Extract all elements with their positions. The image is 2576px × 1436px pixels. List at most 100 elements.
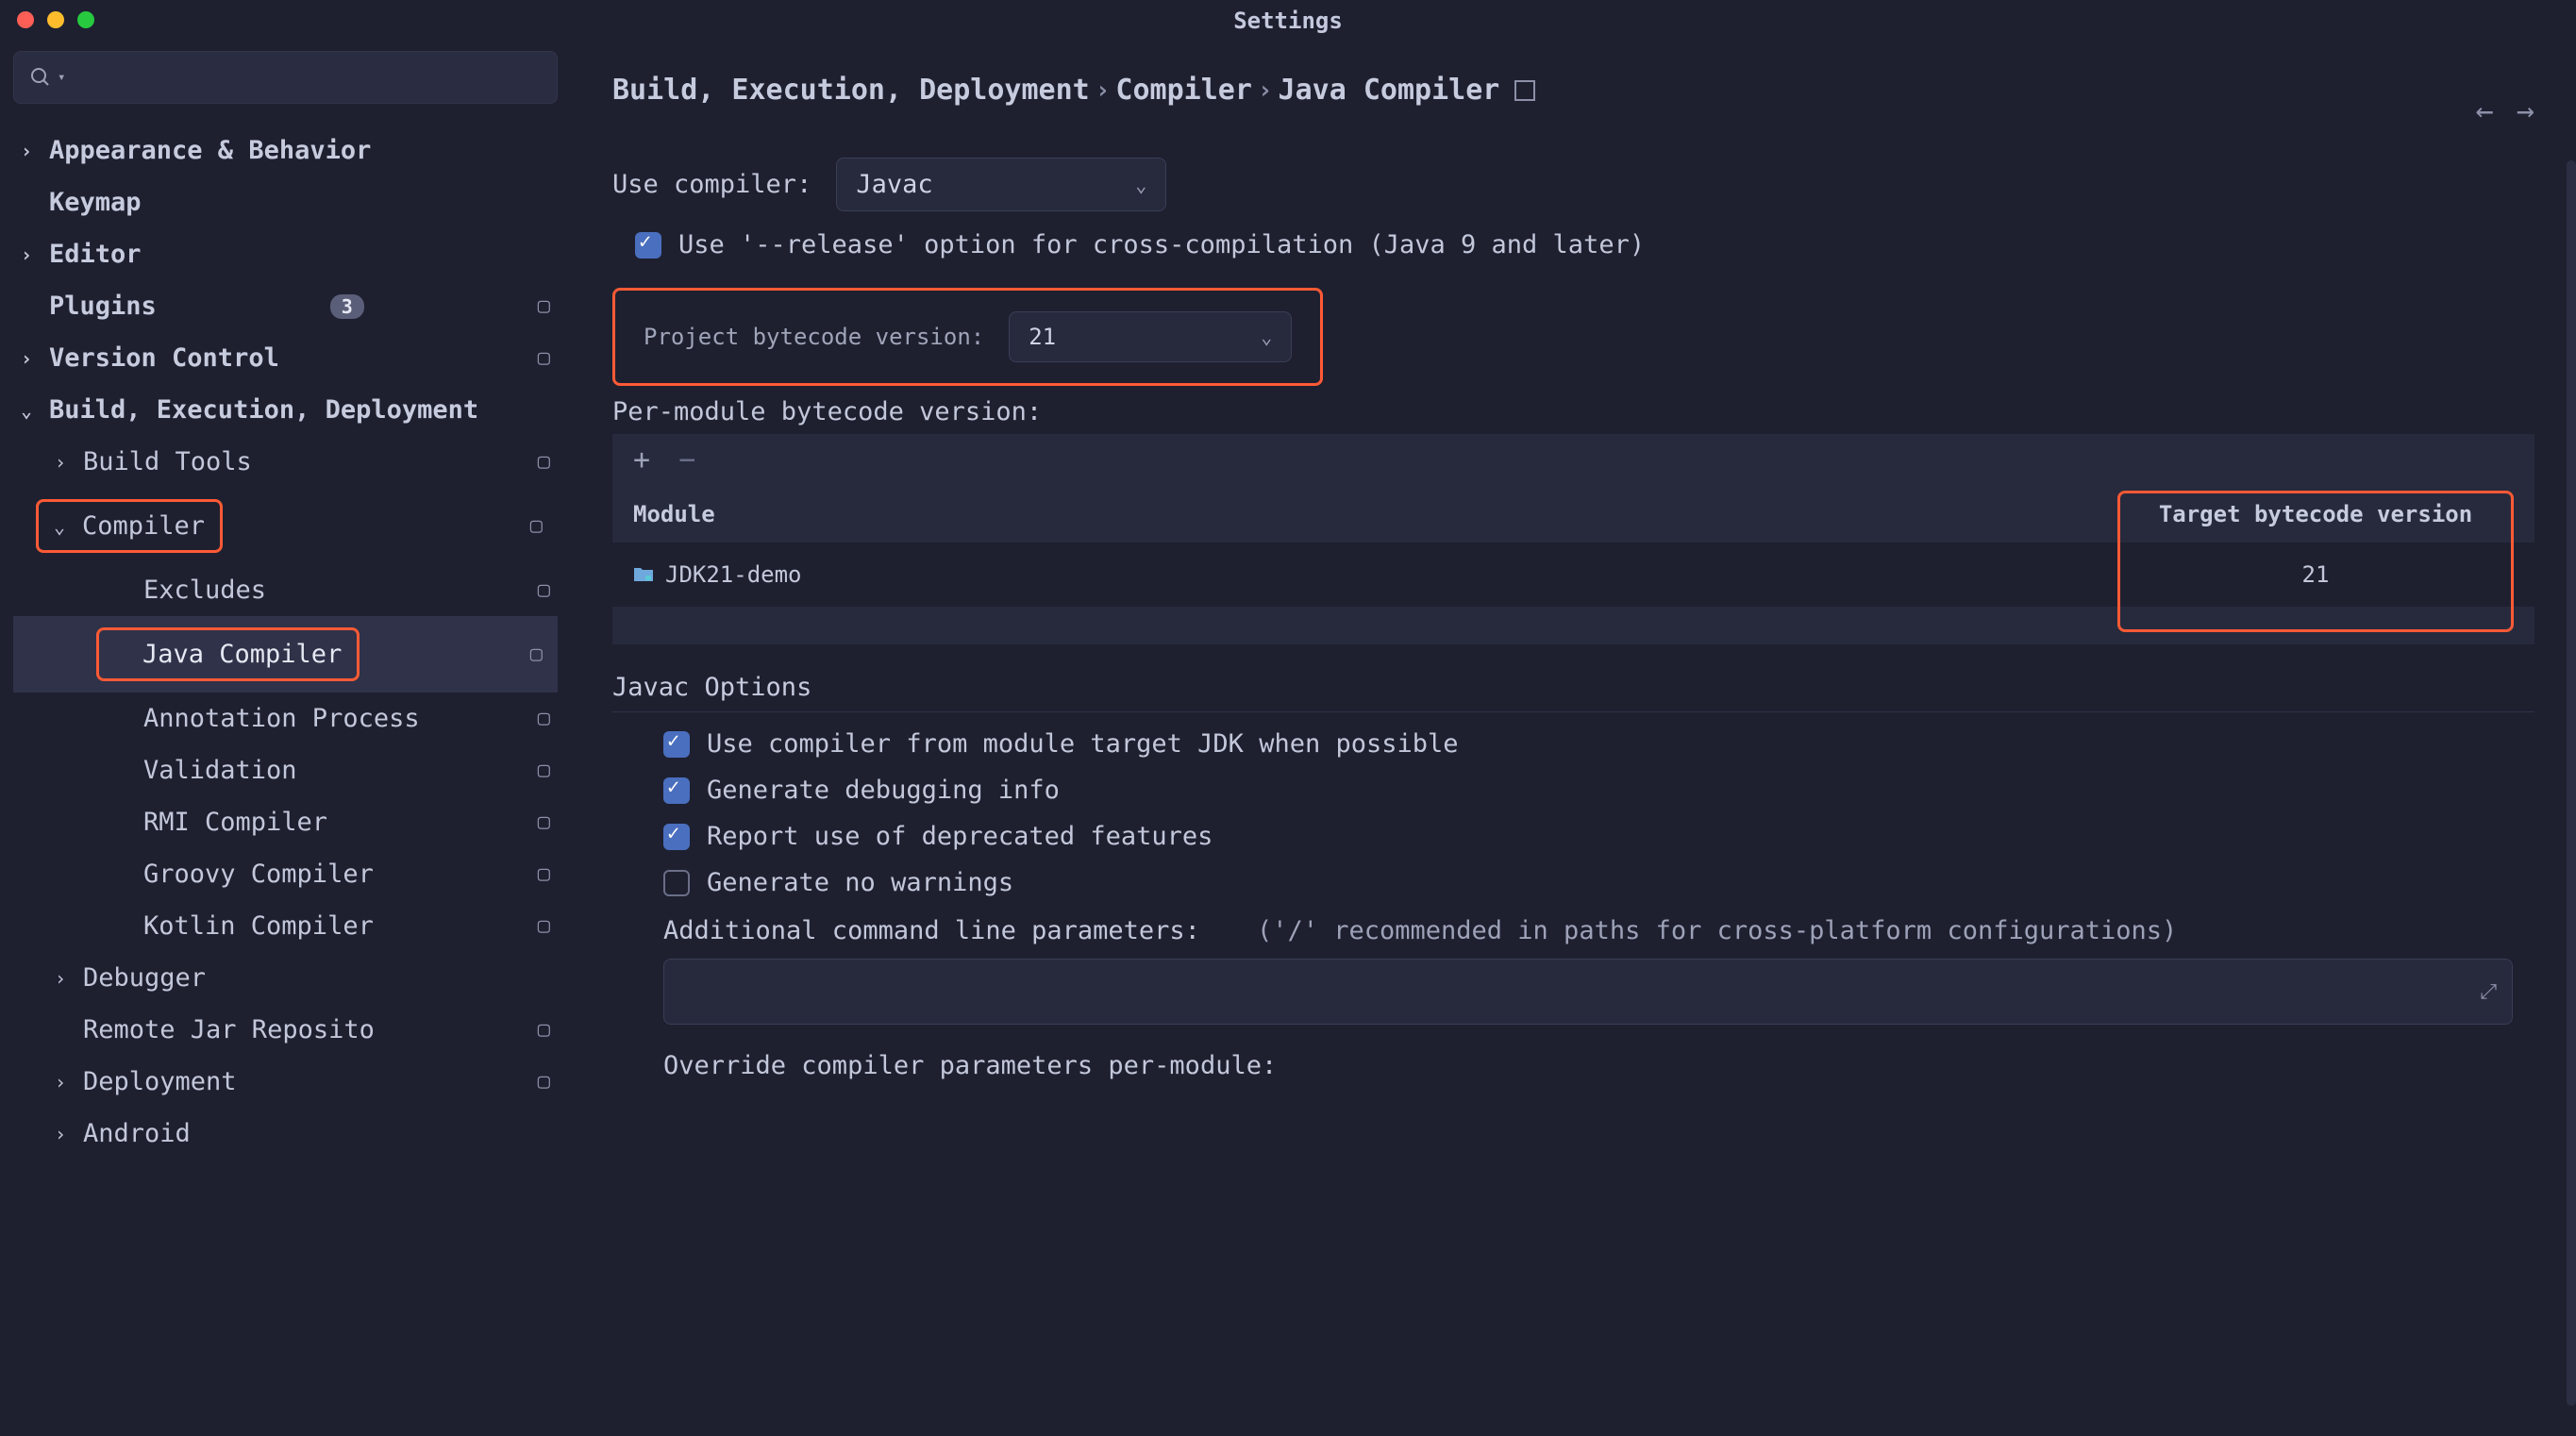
project-bytecode-value: 21: [1029, 324, 1056, 350]
sidebar-item-compiler[interactable]: ⌄ Compiler ▢: [13, 488, 558, 564]
chevron-icon: ›: [21, 243, 38, 266]
settings-content: ← → Build, Execution, Deployment › Compi…: [571, 40, 2576, 1434]
generate-debug-info-checkbox[interactable]: [663, 777, 690, 804]
chevron-icon: ›: [55, 451, 72, 474]
sidebar-item-label: Android: [83, 1119, 191, 1148]
nav-forward-icon[interactable]: →: [2517, 92, 2534, 128]
project-scope-icon: ▢: [538, 914, 550, 938]
chevron-icon: ⌄: [21, 399, 38, 422]
sidebar-item-groovy-compiler[interactable]: Groovy Compiler▢: [13, 848, 558, 900]
chevron-icon: ›: [55, 1071, 72, 1094]
remove-module-button[interactable]: −: [678, 443, 695, 476]
project-scope-icon: ▢: [530, 514, 543, 538]
project-scope-icon: ▢: [538, 294, 550, 318]
opt4-label: Generate no warnings: [707, 868, 1013, 897]
use-compiler-label: Use compiler:: [612, 170, 811, 199]
chevron-icon: ›: [55, 967, 72, 990]
sidebar-item-label: Compiler: [82, 511, 205, 541]
project-bytecode-select[interactable]: 21 ⌄: [1009, 311, 1292, 362]
sidebar-item-label: Appearance & Behavior: [49, 136, 371, 165]
sidebar-item-android[interactable]: › Android: [13, 1108, 558, 1160]
breadcrumb-separator-icon: ›: [1258, 76, 1273, 105]
use-compiler-value: Javac: [856, 170, 932, 199]
sidebar-item-label: Plugins: [49, 292, 157, 321]
project-scope-icon: ▢: [538, 759, 550, 782]
maximize-window-icon[interactable]: [77, 11, 94, 28]
sidebar-item-label: Groovy Compiler: [143, 860, 374, 889]
sidebar-item-keymap[interactable]: Keymap: [13, 176, 558, 228]
table-row[interactable]: JDK21-demo 21: [612, 543, 2534, 644]
expand-icon[interactable]: ⤢: [2480, 980, 2497, 1004]
breadcrumb-part: Java Compiler: [1279, 74, 1500, 107]
use-compiler-select[interactable]: Javac ⌄: [836, 158, 1166, 211]
release-option-checkbox[interactable]: [635, 232, 661, 259]
breadcrumb-separator-icon: ›: [1096, 76, 1111, 105]
chevron-icon: ›: [21, 140, 38, 162]
sidebar-item-java-compiler[interactable]: Java Compiler ▢: [13, 616, 558, 693]
sidebar-item-deployment[interactable]: ›Deployment▢: [13, 1056, 558, 1108]
table-header: Module Target bytecode version: [612, 486, 2534, 543]
sidebar-item-label: Editor: [49, 240, 142, 269]
module-name: JDK21-demo: [665, 561, 802, 588]
sidebar-item-debugger[interactable]: › Debugger: [13, 952, 558, 1004]
sidebar-item-validation[interactable]: Validation▢: [13, 744, 558, 796]
minimize-window-icon[interactable]: [47, 11, 64, 28]
sidebar-item-appearance-behavior[interactable]: › Appearance & Behavior: [13, 125, 558, 176]
search-input[interactable]: ▾: [13, 51, 558, 104]
badge: 3: [330, 294, 364, 319]
nav-back-icon[interactable]: ←: [2475, 92, 2493, 128]
project-scope-icon: ▢: [530, 643, 543, 666]
add-module-button[interactable]: +: [633, 443, 650, 476]
sidebar-item-annotation-process[interactable]: Annotation Process ▢: [13, 693, 558, 744]
sidebar-item-label: Annotation Process: [143, 704, 420, 733]
target-bytecode-cell[interactable]: 21: [2117, 561, 2514, 588]
sidebar-item-editor[interactable]: › Editor: [13, 228, 558, 280]
compiler-highlight: ⌄ Compiler: [36, 499, 223, 553]
chevron-icon: ›: [55, 1123, 72, 1145]
sidebar-item-plugins[interactable]: Plugins 3 ▢: [13, 280, 558, 332]
col-target-header: Target bytecode version: [2117, 501, 2514, 527]
project-scope-icon: ▢: [538, 346, 550, 370]
scope-icon: [1514, 80, 1535, 101]
project-scope-icon: ▢: [538, 578, 550, 602]
module-table: + − Module Target bytecode version JDK21…: [612, 434, 2534, 644]
module-cell: JDK21-demo: [633, 561, 2117, 588]
sidebar-item-label: Kotlin Compiler: [143, 911, 374, 941]
per-module-label: Per-module bytecode version:: [612, 397, 2534, 426]
additional-params-input[interactable]: ⤢: [663, 959, 2513, 1025]
chevron-down-icon: ⌄: [1135, 174, 1146, 196]
chevron-down-icon: ⌄: [1261, 326, 1272, 348]
project-bytecode-highlight: Project bytecode version: 21 ⌄: [612, 288, 1323, 386]
sidebar-item-label: Deployment: [83, 1067, 237, 1096]
folder-icon: [633, 561, 654, 588]
sidebar-item-label: Debugger: [83, 963, 206, 993]
sidebar-item-version-control[interactable]: ›Version Control▢: [13, 332, 558, 384]
sidebar-item-label: Build Tools: [83, 447, 252, 476]
window-title: Settings: [1233, 8, 1343, 34]
project-bytecode-label: Project bytecode version:: [644, 324, 984, 350]
close-window-icon[interactable]: [17, 11, 34, 28]
release-option-label: Use '--release' option for cross-compila…: [678, 230, 1645, 259]
sidebar-item-excludes[interactable]: Excludes ▢: [13, 564, 558, 616]
generate-no-warnings-checkbox[interactable]: [663, 870, 690, 896]
sidebar-item-build-tools[interactable]: ›Build Tools▢: [13, 436, 558, 488]
report-deprecated-checkbox[interactable]: [663, 824, 690, 850]
search-icon: [29, 66, 52, 89]
sidebar-item-label: Version Control: [49, 343, 279, 373]
sidebar-item-label: Excludes: [143, 576, 266, 605]
project-scope-icon: ▢: [538, 707, 550, 730]
sidebar-item-label: Keymap: [49, 188, 142, 217]
sidebar-item-rmi-compiler[interactable]: RMI Compiler▢: [13, 796, 558, 848]
sidebar-item-build-execution-deployment[interactable]: ⌄Build, Execution, Deployment: [13, 384, 558, 436]
sidebar-item-remote-jar-reposito[interactable]: Remote Jar Reposito▢: [13, 1004, 558, 1056]
search-dropdown-icon[interactable]: ▾: [58, 70, 65, 85]
java-compiler-highlight: Java Compiler: [96, 627, 360, 681]
breadcrumb-part: Build, Execution, Deployment: [612, 74, 1090, 107]
project-scope-icon: ▢: [538, 810, 550, 834]
additional-params-label: Additional command line parameters:: [663, 916, 1200, 945]
opt3-label: Report use of deprecated features: [707, 822, 1213, 851]
sidebar-item-kotlin-compiler[interactable]: Kotlin Compiler ▢: [13, 900, 558, 952]
chevron-icon: ⌄: [54, 515, 71, 538]
col-module-header: Module: [633, 501, 2117, 527]
use-compiler-from-module-checkbox[interactable]: [663, 731, 690, 758]
